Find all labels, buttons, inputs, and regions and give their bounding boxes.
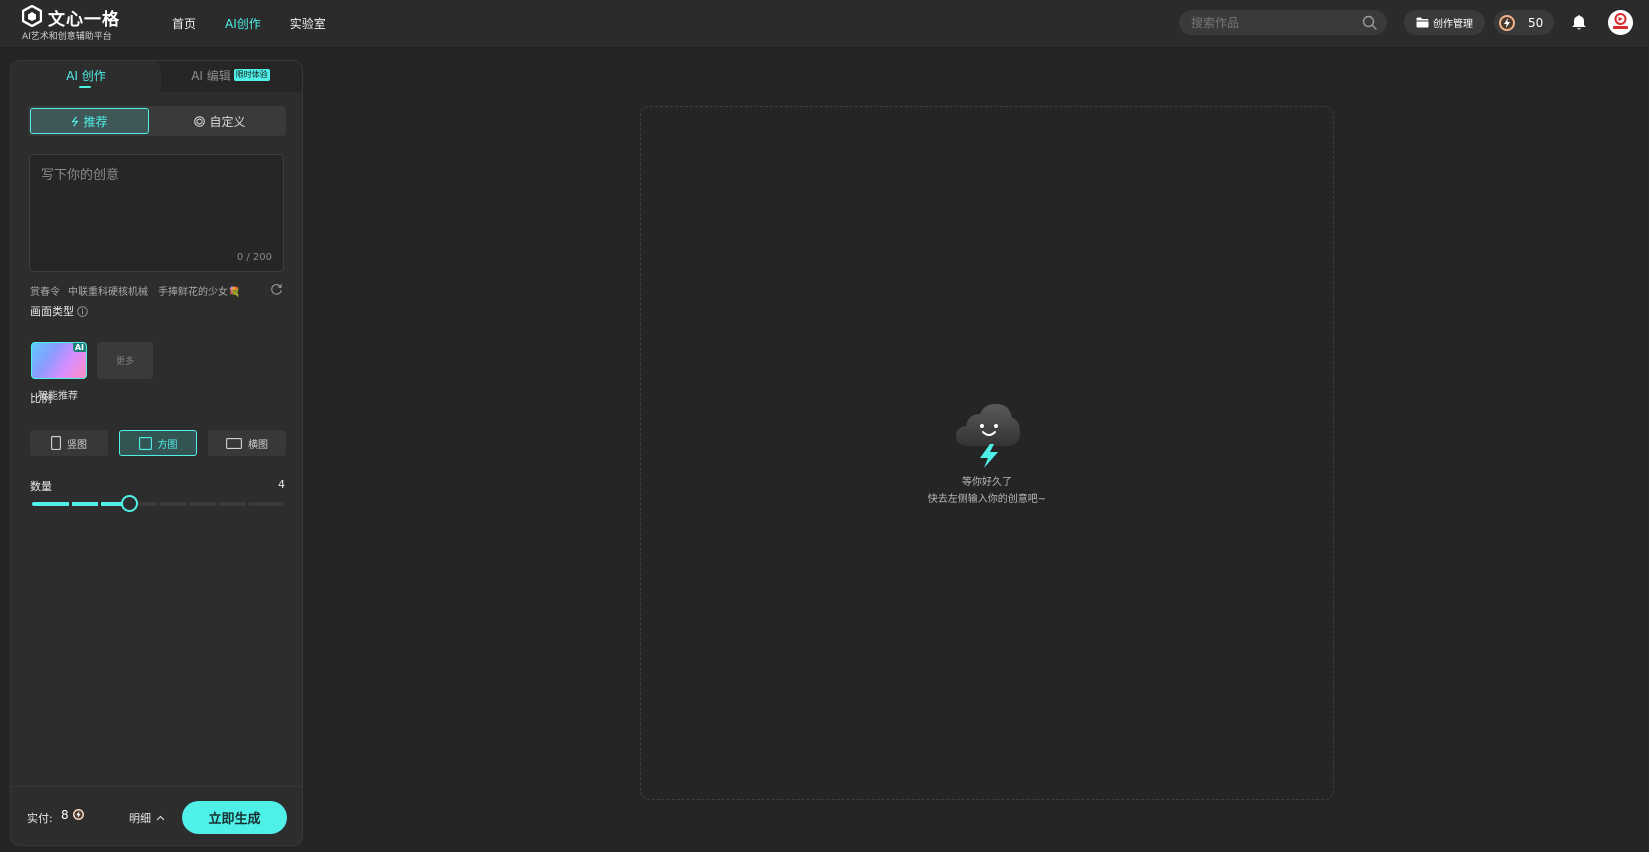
mode-recommend-button[interactable]: 推荐: [30, 108, 149, 134]
slider-thumb[interactable]: [120, 495, 138, 512]
avatar-logo-icon: [1608, 10, 1633, 35]
bell-icon[interactable]: [1571, 14, 1587, 31]
prompt-suggestions: 赏春令 中联重科硬核机械 手捧鲜花的少女💐: [30, 283, 290, 298]
portrait-ratio-icon: [51, 436, 61, 450]
points-value: 50: [1528, 15, 1544, 30]
logo-cube-icon: [22, 5, 42, 27]
ratio-square-label: 方图: [157, 439, 178, 451]
logo-title: 文心一格: [48, 10, 120, 30]
top-header: 文心一格 AI艺术和创意辅助平台 首页 AI创作 实验室 创作管理 50: [0, 0, 1649, 46]
mode-custom-label: 自定义: [209, 114, 246, 129]
active-tab-indicator: [79, 86, 91, 88]
lightning-coin-icon: [1499, 14, 1515, 31]
slider-fill: [32, 502, 129, 506]
tab-ai-edit-label: AI 编辑: [191, 69, 231, 83]
image-type-label: 画面类型: [30, 305, 74, 318]
points-balance[interactable]: 50: [1494, 10, 1554, 35]
type-smart-recommend-card[interactable]: AI: [31, 342, 87, 379]
suggestion-item[interactable]: 中联重科硬核机械: [68, 283, 148, 298]
ratio-landscape-label: 横图: [248, 439, 268, 451]
slider-tick: [245, 502, 249, 506]
square-ratio-icon: [138, 436, 152, 450]
ratio-portrait-button[interactable]: 竖图: [30, 430, 108, 456]
slider-tick: [157, 502, 160, 506]
spark-icon: [72, 115, 79, 127]
panel-tabs: AI 编辑 限时体验 AI 创作: [11, 61, 302, 92]
detail-toggle[interactable]: 明细: [129, 810, 165, 826]
tab-ai-create[interactable]: AI 创作: [11, 61, 161, 92]
search-icon[interactable]: [1362, 15, 1377, 30]
info-icon[interactable]: [77, 306, 88, 317]
creation-manage-button[interactable]: 创作管理: [1404, 10, 1485, 35]
char-counter: 0 / 200: [236, 252, 272, 263]
mode-switch: 推荐 自定义: [28, 106, 286, 136]
image-type-heading: 画面类型: [30, 303, 88, 319]
panel-footer: 实付: 8 明细 立即生成: [11, 786, 302, 845]
landscape-ratio-icon: [226, 437, 242, 449]
mode-custom-button[interactable]: 自定义: [158, 108, 282, 134]
prompt-input[interactable]: [30, 155, 283, 247]
cube-outline-icon: [194, 115, 206, 127]
slider-tick: [98, 502, 101, 506]
search-box: [1179, 10, 1387, 35]
smiling-cloud-lightning-icon: [956, 404, 1020, 468]
slider-tick: [68, 502, 72, 506]
nav-lab[interactable]: 实验室: [290, 15, 326, 32]
folder-icon: [1416, 17, 1429, 28]
mode-recommend-label: 推荐: [83, 114, 108, 129]
generate-button[interactable]: 立即生成: [182, 801, 287, 834]
nav-home[interactable]: 首页: [172, 15, 196, 32]
ratio-label: 比例: [30, 392, 52, 405]
tab-ai-create-label: AI 创作: [66, 69, 106, 83]
chevron-up-icon: [156, 815, 165, 821]
limited-trial-badge: 限时体验: [233, 69, 270, 81]
suggestion-item[interactable]: 手捧鲜花的少女💐: [158, 283, 240, 298]
user-avatar[interactable]: [1608, 10, 1633, 35]
pay-value: 8: [61, 808, 69, 822]
pay-label: 实付:: [27, 812, 53, 825]
main-nav: 首页 AI创作 实验室: [172, 0, 355, 46]
search-input[interactable]: [1191, 10, 1361, 35]
ratio-landscape-button[interactable]: 横图: [208, 430, 286, 456]
ratio-square-button[interactable]: 方图: [119, 430, 197, 456]
prompt-box: 0 / 200: [29, 154, 284, 272]
type-more-button[interactable]: 更多: [97, 342, 153, 379]
slider-tick: [216, 502, 219, 506]
empty-state-title: 等你好久了: [962, 477, 1012, 488]
count-slider[interactable]: [32, 494, 284, 514]
count-value: 4: [278, 478, 285, 491]
tab-ai-edit[interactable]: AI 编辑 限时体验: [157, 61, 302, 92]
lightning-coin-icon: [73, 809, 84, 820]
logo-subtitle: AI艺术和创意辅助平台: [22, 32, 112, 42]
result-canvas: 等你好久了 快去左侧输入你的创意吧~: [640, 106, 1334, 800]
ai-tag: AI: [72, 343, 86, 352]
ratio-portrait-label: 竖图: [67, 439, 87, 451]
slider-tick: [186, 502, 190, 506]
logo[interactable]: 文心一格 AI艺术和创意辅助平台: [22, 5, 152, 42]
count-label: 数量: [30, 480, 52, 493]
empty-state-subtitle: 快去左侧输入你的创意吧~: [927, 494, 1047, 505]
refresh-icon[interactable]: [270, 283, 283, 296]
nav-ai-create[interactable]: AI创作: [225, 15, 261, 32]
create-panel: AI 编辑 限时体验 AI 创作 推荐 自定义 0 / 200 赏春令 中联重科…: [10, 60, 303, 846]
detail-label: 明细: [129, 812, 151, 825]
suggestion-item[interactable]: 赏春令: [30, 283, 60, 298]
creation-manage-label: 创作管理: [1433, 19, 1473, 30]
